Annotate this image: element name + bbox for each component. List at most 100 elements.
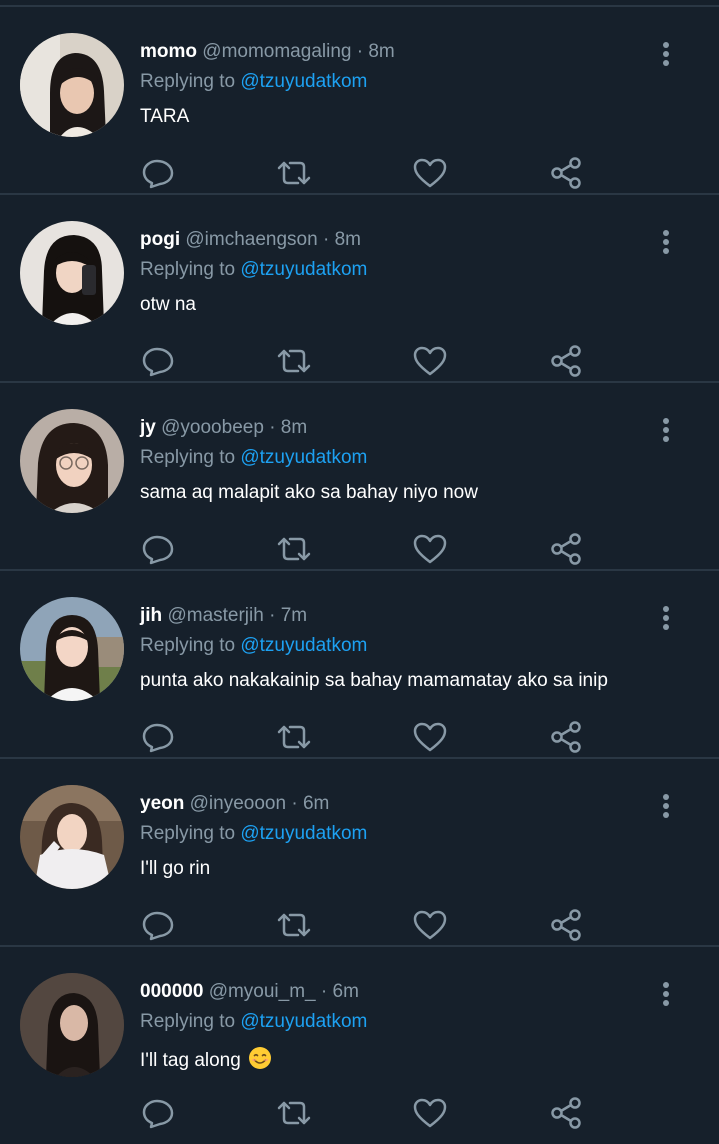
user-handle[interactable]: @inyeooon <box>190 793 286 814</box>
smiling-face-emoji <box>249 1047 272 1069</box>
tweet-item[interactable]: momo @momomagaling · 8m Replying to @tzu… <box>0 7 719 195</box>
tweet-text: sama aq malapit ako sa bahay niyo now <box>140 482 478 503</box>
replying-to-line: Replying to @tzuyudatkom <box>140 635 367 657</box>
heart-icon[interactable] <box>412 343 448 379</box>
share-icon[interactable] <box>548 531 584 567</box>
avatar[interactable] <box>20 409 124 513</box>
timestamp[interactable]: 8m <box>335 229 361 250</box>
tweet-header: jih @masterjih · 7m <box>140 605 307 627</box>
separator-dot: · <box>320 981 328 1002</box>
retweet-icon[interactable] <box>276 907 312 943</box>
replying-to-label: Replying to <box>140 635 236 656</box>
tweet-text: otw na <box>140 294 196 315</box>
reply-icon[interactable] <box>140 155 176 191</box>
retweet-icon[interactable] <box>276 155 312 191</box>
share-icon[interactable] <box>548 907 584 943</box>
separator-dot: · <box>322 229 330 250</box>
separator-dot: · <box>269 417 276 438</box>
tweet-actions <box>0 531 719 567</box>
more-options-icon[interactable] <box>654 979 678 1009</box>
avatar[interactable] <box>20 221 124 325</box>
tweet-header: jy @yooobeep · 8m <box>140 417 307 439</box>
more-options-icon[interactable] <box>654 415 678 445</box>
more-options-icon[interactable] <box>654 791 678 821</box>
avatar[interactable] <box>20 785 124 889</box>
user-handle[interactable]: @masterjih <box>167 605 263 626</box>
timestamp[interactable]: 8m <box>368 41 394 62</box>
timestamp[interactable]: 6m <box>303 793 329 814</box>
user-handle[interactable]: @momomagaling <box>202 41 351 62</box>
retweet-icon[interactable] <box>276 531 312 567</box>
replying-to-line: Replying to @tzuyudatkom <box>140 71 367 93</box>
display-name[interactable]: jih <box>140 605 162 626</box>
reply-icon[interactable] <box>140 1095 176 1131</box>
share-icon[interactable] <box>548 155 584 191</box>
reply-icon[interactable] <box>140 531 176 567</box>
mention-link[interactable]: @tzuyudatkom <box>240 71 367 92</box>
avatar[interactable] <box>20 597 124 701</box>
reply-icon[interactable] <box>140 907 176 943</box>
tweet-actions <box>0 907 719 943</box>
user-handle[interactable]: @imchaengson <box>185 229 317 250</box>
avatar[interactable] <box>20 33 124 137</box>
tweet-actions <box>0 719 719 755</box>
share-icon[interactable] <box>548 1095 584 1131</box>
reply-feed: momo @momomagaling · 8m Replying to @tzu… <box>0 0 719 1144</box>
tweet-item[interactable]: jy @yooobeep · 8m Replying to @tzuyudatk… <box>0 383 719 571</box>
display-name[interactable]: pogi <box>140 229 180 250</box>
reply-icon[interactable] <box>140 343 176 379</box>
replying-to-line: Replying to @tzuyudatkom <box>140 447 367 469</box>
mention-link[interactable]: @tzuyudatkom <box>240 823 367 844</box>
display-name[interactable]: momo <box>140 41 197 62</box>
reply-icon[interactable] <box>140 719 176 755</box>
mention-link[interactable]: @tzuyudatkom <box>240 635 367 656</box>
tweet-actions <box>0 343 719 379</box>
timestamp[interactable]: 8m <box>281 417 307 438</box>
retweet-icon[interactable] <box>276 343 312 379</box>
tweet-header: momo @momomagaling · 8m <box>140 41 395 63</box>
display-name[interactable]: jy <box>140 417 156 438</box>
replying-to-line: Replying to @tzuyudatkom <box>140 823 367 845</box>
tweet-text-content: I'll tag along <box>140 1050 241 1071</box>
tweet-header: yeon @inyeooon · 6m <box>140 793 329 815</box>
heart-icon[interactable] <box>412 1095 448 1131</box>
more-options-icon[interactable] <box>654 227 678 257</box>
user-handle[interactable]: @yooobeep <box>161 417 264 438</box>
share-icon[interactable] <box>548 343 584 379</box>
tweet-item[interactable]: jih @masterjih · 7m Replying to @tzuyuda… <box>0 571 719 759</box>
replying-to-line: Replying to @tzuyudatkom <box>140 1011 367 1033</box>
replying-to-label: Replying to <box>140 71 236 92</box>
user-handle[interactable]: @myoui_m_ <box>209 981 316 1002</box>
retweet-icon[interactable] <box>276 1095 312 1131</box>
tweet-header: 000000 @myoui_m_ · 6m <box>140 981 359 1003</box>
timestamp[interactable]: 7m <box>281 605 307 626</box>
tweet-item[interactable]: 000000 @myoui_m_ · 6m Replying to @tzuyu… <box>0 947 719 1135</box>
separator-dot: · <box>356 41 364 62</box>
tweet-item[interactable]: yeon @inyeooon · 6m Replying to @tzuyuda… <box>0 759 719 947</box>
tweet-header: pogi @imchaengson · 8m <box>140 229 361 251</box>
heart-icon[interactable] <box>412 531 448 567</box>
share-icon[interactable] <box>548 719 584 755</box>
heart-icon[interactable] <box>412 155 448 191</box>
display-name[interactable]: 000000 <box>140 981 203 1002</box>
timestamp[interactable]: 6m <box>333 981 359 1002</box>
more-options-icon[interactable] <box>654 603 678 633</box>
mention-link[interactable]: @tzuyudatkom <box>240 447 367 468</box>
tweet-text: I'll go rin <box>140 858 211 879</box>
tweet-actions <box>0 155 719 191</box>
avatar[interactable] <box>20 973 124 1077</box>
retweet-icon[interactable] <box>276 719 312 755</box>
heart-icon[interactable] <box>412 907 448 943</box>
replying-to-label: Replying to <box>140 823 236 844</box>
display-name[interactable]: yeon <box>140 793 184 814</box>
mention-link[interactable]: @tzuyudatkom <box>240 1011 367 1032</box>
heart-icon[interactable] <box>412 719 448 755</box>
replying-to-label: Replying to <box>140 447 236 468</box>
separator-dot: · <box>291 793 298 814</box>
replying-to-label: Replying to <box>140 1011 236 1032</box>
more-options-icon[interactable] <box>654 39 678 69</box>
mention-link[interactable]: @tzuyudatkom <box>240 259 367 280</box>
tweet-text: I'll tag along <box>140 1046 272 1072</box>
tweet-item[interactable]: pogi @imchaengson · 8m Replying to @tzuy… <box>0 195 719 383</box>
separator-dot: · <box>269 605 276 626</box>
